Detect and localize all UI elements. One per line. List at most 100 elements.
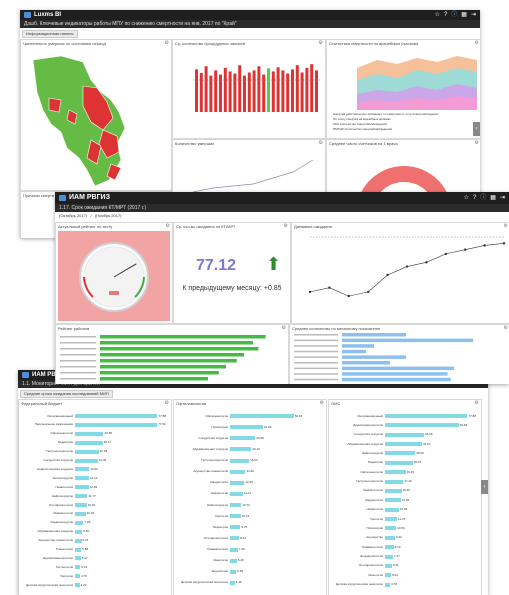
bar[interactable] [75, 458, 98, 463]
bar[interactable] [75, 467, 90, 472]
horizontal-bar-chart[interactable]: Интервенционный 77.88 Персональное разреше… [19, 408, 171, 595]
bar[interactable] [230, 425, 263, 430]
star-icon[interactable]: ☆ [464, 192, 469, 204]
bar[interactable] [75, 511, 86, 516]
bar[interactable] [385, 470, 406, 475]
bar[interactable] [385, 563, 392, 568]
bar[interactable] [75, 583, 80, 588]
side-collapse-arrow[interactable]: ‹ [481, 480, 488, 494]
grid-icon[interactable]: ▦ [490, 192, 496, 204]
bar[interactable] [385, 460, 413, 465]
trend-panel: Динамика ожидания ⚙ [291, 222, 509, 324]
green-bar-chart[interactable] [56, 325, 288, 384]
trend-line-chart[interactable] [292, 223, 509, 323]
bar[interactable] [75, 520, 84, 525]
gear-icon[interactable]: ⚙ [320, 400, 324, 406]
info-icon[interactable]: ⓘ [480, 192, 486, 204]
bar-category-label: Детская хирургическая онкология [180, 580, 228, 585]
bar[interactable] [385, 526, 397, 531]
bar[interactable] [230, 503, 242, 507]
bar[interactable] [230, 547, 238, 552]
donut-chart[interactable] [327, 140, 480, 200]
bar[interactable] [230, 436, 256, 441]
bar[interactable] [385, 423, 459, 428]
bar[interactable] [385, 479, 404, 484]
bar[interactable] [75, 494, 88, 499]
bar[interactable] [230, 480, 245, 485]
bar[interactable] [75, 414, 158, 418]
bar-category-label: Кардиология [365, 497, 383, 502]
horizontal-bar-chart[interactable]: Офтальмология 60.18 Психиатрия 31.06 Сосудис… [174, 408, 326, 595]
bar[interactable] [230, 447, 252, 452]
bar[interactable] [230, 525, 241, 530]
bar [342, 338, 474, 343]
bar[interactable] [75, 422, 158, 427]
bar[interactable] [385, 507, 399, 512]
bar[interactable] [75, 547, 82, 552]
logout-icon[interactable]: ⇥ [500, 192, 505, 204]
bar[interactable] [230, 536, 240, 541]
bar[interactable] [385, 535, 395, 540]
bar-label [60, 378, 96, 380]
gauge-chart[interactable] [56, 223, 172, 323]
bar[interactable] [385, 545, 394, 550]
bar[interactable] [75, 485, 89, 490]
bar-chart[interactable] [173, 40, 325, 138]
bar[interactable] [75, 565, 81, 570]
bar[interactable] [230, 558, 237, 563]
star-icon[interactable]: ☆ [435, 10, 440, 20]
gear-icon[interactable]: ⚙ [284, 223, 288, 229]
bar[interactable] [385, 517, 398, 522]
line-chart[interactable] [173, 140, 325, 200]
bar[interactable] [75, 440, 103, 445]
bar[interactable] [75, 538, 82, 543]
bar[interactable] [230, 469, 246, 474]
blue-bar-chart[interactable] [290, 325, 509, 384]
bar[interactable] [75, 476, 89, 481]
info-icon[interactable]: ⓘ [451, 10, 457, 20]
bar-value-label: 13.06 [399, 507, 408, 512]
logout-icon[interactable]: ⇥ [471, 10, 476, 20]
bar[interactable] [75, 503, 87, 507]
bar[interactable] [230, 491, 243, 496]
tab-info-panel[interactable]: Информационная панель [22, 30, 78, 38]
bar[interactable] [385, 442, 422, 447]
help-icon[interactable]: ? [444, 10, 447, 20]
bar-category-label: Урология [370, 516, 383, 521]
bar[interactable] [385, 554, 393, 559]
bar [219, 74, 222, 112]
area-chart[interactable] [327, 40, 480, 110]
bar[interactable] [385, 451, 416, 456]
side-collapse-arrow[interactable]: ‹ [473, 122, 480, 136]
bar[interactable] [75, 449, 99, 454]
bar[interactable] [385, 582, 391, 587]
dashboard-subtitle: Дэшб. Ключевые индикаторы работы МПУ по … [20, 20, 480, 28]
breadcrumb[interactable]: (Октябрь 2017) / (Ноябрь 2017) [59, 213, 122, 218]
gear-icon[interactable]: ⚙ [475, 400, 479, 406]
bar-value-label: 60.18 [294, 413, 303, 418]
region-map[interactable] [21, 40, 171, 190]
gear-icon[interactable]: ⚙ [165, 400, 169, 406]
horizontal-bar-chart[interactable]: Интервенционный 77.88 Дерматовенерология 69… [329, 408, 481, 595]
help-icon[interactable]: ? [473, 192, 476, 204]
grid-icon[interactable]: ▦ [461, 10, 467, 20]
bar[interactable] [230, 569, 237, 574]
bar-category-label: Интервенционный [47, 413, 73, 418]
legend-item-3: ОКС Количество смертей/наблюдений [333, 122, 387, 126]
bar[interactable] [230, 458, 250, 463]
bar[interactable] [230, 514, 241, 519]
bar[interactable] [75, 529, 83, 534]
bar[interactable] [385, 432, 425, 437]
bar[interactable] [75, 574, 81, 579]
bar[interactable] [385, 414, 468, 418]
bar[interactable] [75, 556, 81, 561]
bar[interactable] [230, 580, 235, 585]
bar[interactable] [385, 573, 391, 578]
tab-waiting-times[interactable]: Средние сроки ожидания исследований МИП [20, 390, 113, 398]
bar[interactable] [385, 498, 401, 503]
bar-value-label: 34.94 [422, 441, 431, 446]
bar[interactable] [75, 431, 104, 436]
bar[interactable] [230, 414, 294, 418]
bar-label [60, 372, 96, 374]
bar[interactable] [385, 488, 402, 493]
